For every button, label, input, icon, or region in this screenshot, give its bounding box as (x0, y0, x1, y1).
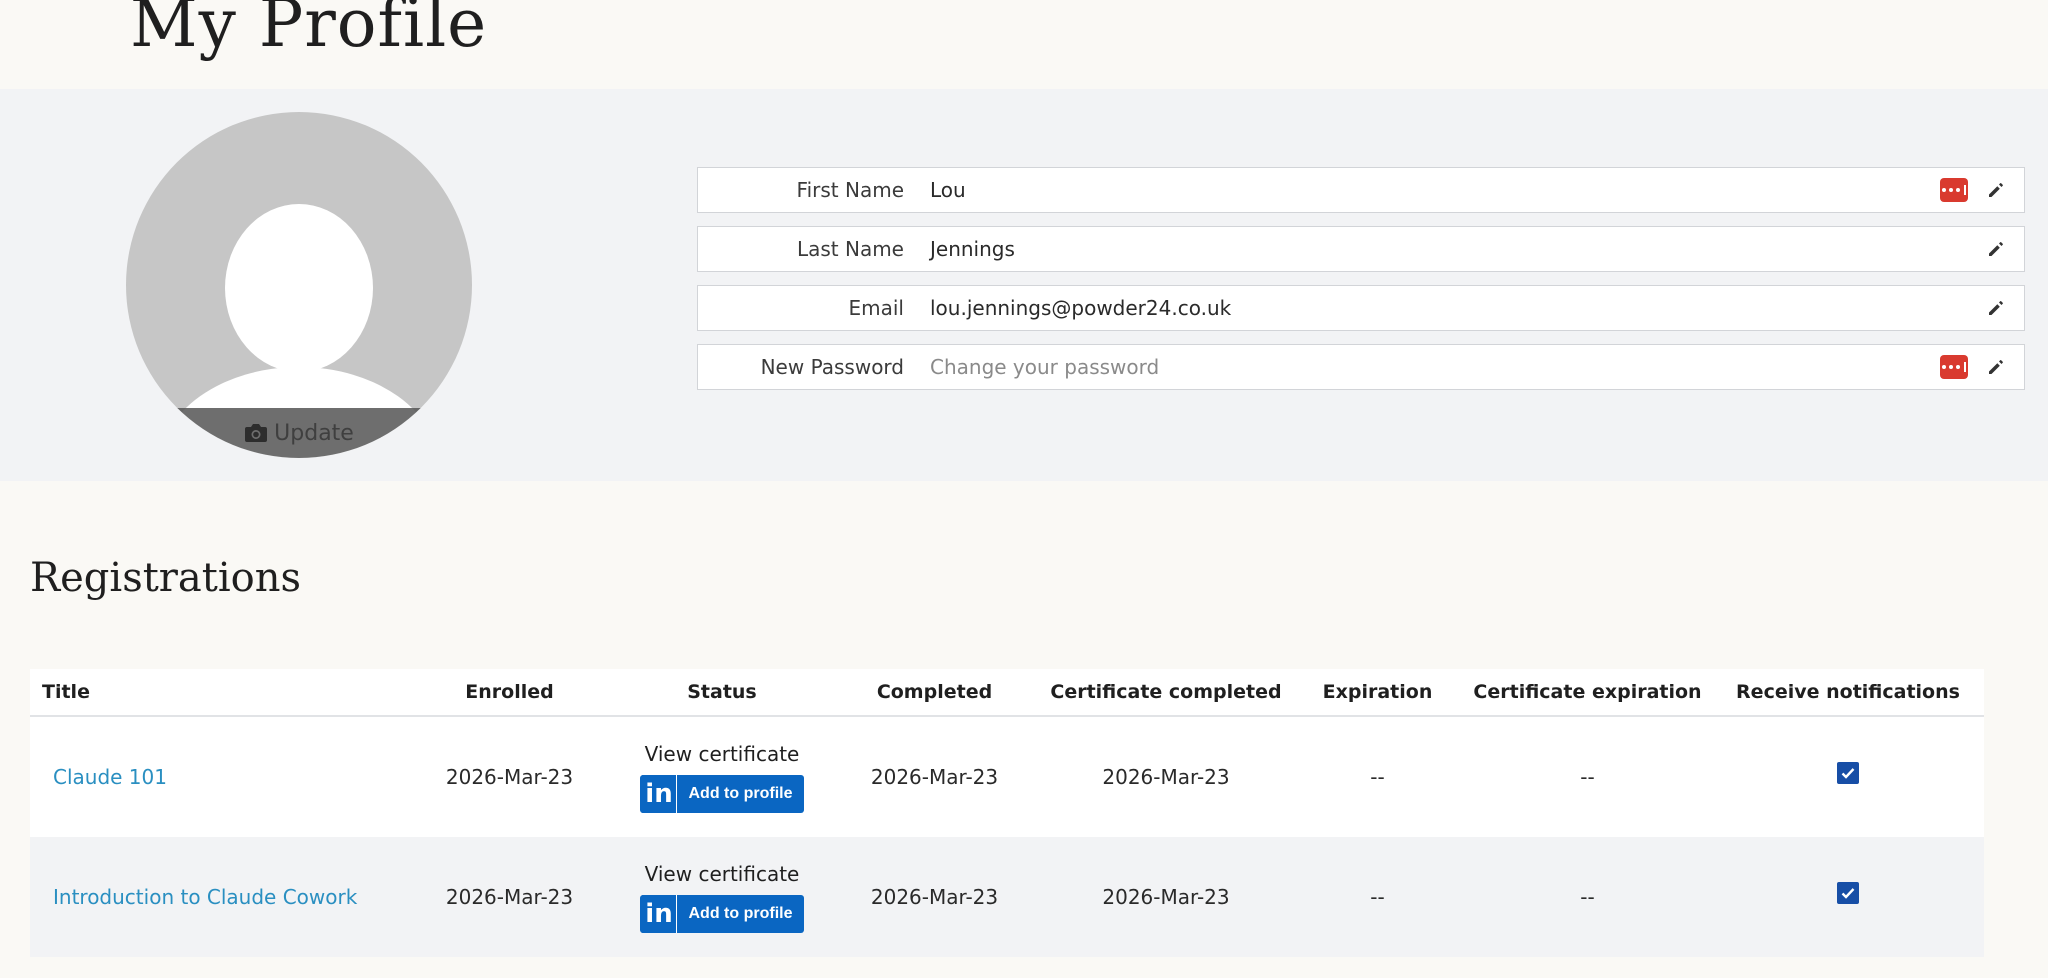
avatar-placeholder-head (225, 204, 373, 372)
title-cell: Introduction to Claude Cowork (30, 837, 404, 957)
enrolled-cell: 2026-Mar-23 (404, 837, 615, 957)
new-password-label: New Password (760, 355, 904, 379)
linkedin-button-label: Add to profile (688, 904, 793, 922)
last-name-label: Last Name (796, 237, 904, 261)
column-header-title[interactable]: Title (30, 669, 404, 717)
column-header-enrolled[interactable]: Enrolled (404, 669, 615, 717)
update-avatar-label: Update (274, 420, 354, 446)
column-header-status[interactable]: Status (615, 669, 829, 717)
receive-notifications-checkbox[interactable] (1837, 761, 1859, 784)
pencil-icon[interactable] (1986, 239, 2006, 259)
linkedin-button-label: Add to profile (688, 784, 793, 802)
certificate-completed-cell: 2026-Mar-23 (1040, 716, 1292, 837)
view-certificate-link[interactable]: View certificate (615, 742, 829, 766)
column-header-completed[interactable]: Completed (829, 669, 1040, 717)
update-avatar-button[interactable]: Update (126, 408, 472, 458)
last-name-value[interactable]: Jennings (930, 227, 1015, 271)
notifications-cell (1712, 716, 1984, 837)
title-cell: Claude 101 (30, 716, 404, 837)
registrations-title: Registrations (30, 555, 301, 601)
certificate-completed-cell: 2026-Mar-23 (1040, 837, 1292, 957)
expiration-cell: -- (1292, 837, 1463, 957)
view-certificate-link[interactable]: View certificate (615, 862, 829, 886)
column-header-receive-notifications[interactable]: Receive notifications (1712, 669, 1984, 717)
receive-notifications-checkbox[interactable] (1837, 881, 1859, 904)
course-link[interactable]: Introduction to Claude Cowork (53, 885, 357, 909)
column-header-expiration[interactable]: Expiration (1292, 669, 1463, 717)
pencil-icon[interactable] (1986, 357, 2006, 377)
linkedin-icon: in (642, 894, 677, 933)
first-name-value[interactable]: Lou (930, 168, 966, 212)
status-cell: View certificate in Add to profile (615, 716, 829, 837)
linkedin-icon: in (642, 774, 677, 813)
checkbox-checked-icon (1841, 887, 1855, 899)
column-header-certificate-completed[interactable]: Certificate completed (1040, 669, 1292, 717)
certificate-expiration-cell: -- (1463, 837, 1712, 957)
completed-cell: 2026-Mar-23 (829, 837, 1040, 957)
last-name-field[interactable]: Last Name Jennings (697, 226, 2025, 272)
pencil-icon[interactable] (1986, 298, 2006, 318)
new-password-field[interactable]: New Password Change your password (697, 344, 2025, 390)
pencil-icon[interactable] (1986, 180, 2006, 200)
enrolled-cell: 2026-Mar-23 (404, 716, 615, 837)
table-header-row: Title Enrolled Status Completed Certific… (30, 669, 1984, 717)
notifications-cell (1712, 837, 1984, 957)
first-name-field[interactable]: First Name Lou (697, 167, 2025, 213)
status-cell: View certificate in Add to profile (615, 837, 829, 957)
expiration-cell: -- (1292, 716, 1463, 837)
new-password-placeholder[interactable]: Change your password (930, 345, 1159, 389)
password-manager-icon[interactable] (1940, 355, 1968, 379)
camera-icon (245, 424, 268, 442)
linkedin-add-to-profile-button[interactable]: in Add to profile (640, 894, 804, 933)
page-title: My Profile (130, 0, 488, 62)
first-name-label: First Name (796, 178, 904, 202)
email-field[interactable]: Email lou.jennings@powder24.co.uk (697, 285, 2025, 331)
table-row: Claude 101 2026-Mar-23 View certificate … (30, 716, 1984, 837)
avatar: Update (126, 112, 472, 458)
registrations-table: Title Enrolled Status Completed Certific… (30, 669, 1984, 957)
email-label: Email (848, 296, 905, 320)
password-manager-icon[interactable] (1940, 178, 1968, 202)
email-value[interactable]: lou.jennings@powder24.co.uk (930, 286, 1231, 330)
table-row: Introduction to Claude Cowork 2026-Mar-2… (30, 837, 1984, 957)
column-header-certificate-expiration[interactable]: Certificate expiration (1463, 669, 1712, 717)
linkedin-add-to-profile-button[interactable]: in Add to profile (640, 774, 804, 813)
certificate-expiration-cell: -- (1463, 716, 1712, 837)
completed-cell: 2026-Mar-23 (829, 716, 1040, 837)
course-link[interactable]: Claude 101 (53, 765, 167, 789)
checkbox-checked-icon (1841, 767, 1855, 779)
